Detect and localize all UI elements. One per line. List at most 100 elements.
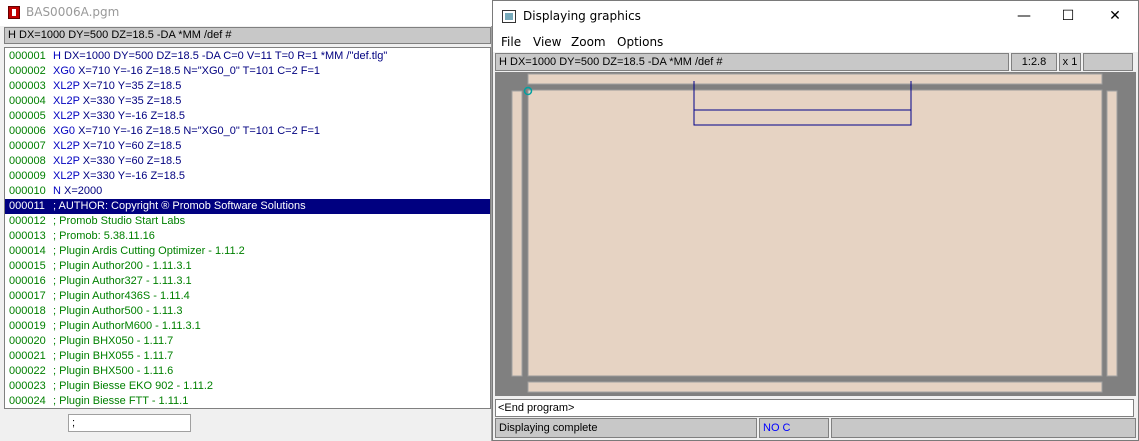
graphics-title: Displaying graphics [523, 9, 641, 23]
command-keyword: XL2P [53, 95, 80, 107]
command-keyword: XL2P [53, 170, 80, 182]
code-line[interactable]: 000017 ; Plugin Author436S - 1.11.4 [5, 289, 490, 304]
line-number: 000006 [9, 125, 46, 137]
code-line[interactable]: 000001 H DX=1000 DY=500 DZ=18.5 -DA C=0 V… [5, 49, 490, 64]
line-number: 000021 [9, 350, 46, 362]
command-keyword: XL2P [53, 80, 80, 92]
command-keyword: XL2P [53, 155, 80, 167]
code-line[interactable]: 000015 ; Plugin Author200 - 1.11.3.1 [5, 259, 490, 274]
comment-text: ; Plugin BHX050 - 1.11.7 [53, 335, 174, 347]
code-line[interactable]: 000010 N X=2000 [5, 184, 490, 199]
code-line[interactable]: 000003 XL2P X=710 Y=35 Z=18.5 [5, 79, 490, 94]
code-line[interactable]: 000004 XL2P X=330 Y=35 Z=18.5 [5, 94, 490, 109]
command-params: DX=1000 DY=500 DZ=18.5 -DA C=0 V=11 T=0 … [60, 50, 388, 62]
line-number: 000023 [9, 380, 46, 392]
line-number: 000008 [9, 155, 46, 167]
command-params: X=330 Y=-16 Z=18.5 [79, 110, 186, 122]
command-params: X=710 Y=35 Z=18.5 [79, 80, 182, 92]
editor-title: BAS0006A.pgm [26, 5, 120, 19]
line-number: 000012 [9, 215, 46, 227]
code-line[interactable]: 000014 ; Plugin Ardis Cutting Optimizer -… [5, 244, 490, 259]
command-params: X=2000 [60, 185, 103, 197]
code-text: XL2P X=710 Y=35 Z=18.5 [53, 79, 181, 94]
code-line[interactable]: 000012 ; Promob Studio Start Labs [5, 214, 490, 229]
code-line[interactable]: 000011 ; AUTHOR: Copyright ® Promob Softw… [5, 199, 490, 214]
close-button[interactable]: ✕ [1092, 1, 1138, 32]
code-line[interactable]: 000024 ; Plugin Biesse FTT - 1.11.1 [5, 394, 490, 408]
command-params: X=330 Y=-16 Z=18.5 [79, 170, 186, 182]
line-number: 000014 [9, 245, 46, 257]
comment-text: ; Plugin BHX500 - 1.11.6 [53, 365, 174, 377]
zoom-multiplier: x 1 [1059, 53, 1081, 71]
code-line[interactable]: 000007 XL2P X=710 Y=60 Z=18.5 [5, 139, 490, 154]
comment-text: ; Plugin Author500 - 1.11.3 [53, 305, 183, 317]
line-number: 000016 [9, 275, 46, 287]
comment-text: ; Promob Studio Start Labs [53, 215, 186, 227]
zoom-ratio: 1:2.8 [1011, 53, 1057, 71]
code-line[interactable]: 000021 ; Plugin BHX055 - 1.11.7 [5, 349, 490, 364]
code-line[interactable]: 000002 XG0 X=710 Y=-16 Z=18.5 N="XG0_0" T… [5, 64, 490, 79]
comment-text: ; Plugin AuthorM600 - 1.11.3.1 [53, 320, 201, 332]
menu-zoom[interactable]: Zoom [571, 35, 606, 49]
code-line[interactable]: 000022 ; Plugin BHX500 - 1.11.6 [5, 364, 490, 379]
line-number: 000001 [9, 50, 46, 62]
comment-text: ; Plugin BHX055 - 1.11.7 [53, 350, 174, 362]
code-text: XL2P X=330 Y=60 Z=18.5 [53, 154, 181, 169]
code-text: XL2P X=330 Y=-16 Z=18.5 [53, 169, 185, 184]
line-number: 000007 [9, 140, 46, 152]
comment-text: ; Plugin Author200 - 1.11.3.1 [53, 260, 192, 272]
code-line[interactable]: 000006 XG0 X=710 Y=-16 Z=18.5 N="XG0_0" T… [5, 124, 490, 139]
program-message: <End program> [495, 399, 1134, 417]
status-blank [1083, 53, 1133, 71]
line-number: 000009 [9, 170, 46, 182]
top-edge-strip [527, 73, 1103, 85]
code-line[interactable]: 000009 XL2P X=330 Y=-16 Z=18.5 [5, 169, 490, 184]
line-number: 000013 [9, 230, 46, 242]
code-line[interactable]: 000005 XL2P X=330 Y=-16 Z=18.5 [5, 109, 490, 124]
program-editor-window: BAS0006A.pgm H DX=1000 DY=500 DZ=18.5 -D… [0, 0, 492, 441]
code-line[interactable]: 000016 ; Plugin Author327 - 1.11.3.1 [5, 274, 490, 289]
menu-bar: File View Zoom Options [493, 32, 1138, 52]
code-listing[interactable]: 000001 H DX=1000 DY=500 DZ=18.5 -DA C=0 V… [4, 47, 491, 409]
menu-options[interactable]: Options [617, 35, 663, 49]
code-line[interactable]: 000018 ; Plugin Author500 - 1.11.3 [5, 304, 490, 319]
graphics-header-status: H DX=1000 DY=500 DZ=18.5 -DA *MM /def # [495, 53, 1009, 71]
comment-text: ; Plugin Author327 - 1.11.3.1 [53, 275, 192, 287]
program-header-line: H DX=1000 DY=500 DZ=18.5 -DA *MM /def # [4, 27, 491, 44]
command-input[interactable]: ; [68, 414, 191, 432]
menu-file[interactable]: File [501, 35, 521, 49]
code-text: N X=2000 [53, 184, 102, 199]
graphics-canvas[interactable] [495, 72, 1136, 396]
menu-view[interactable]: View [533, 35, 561, 49]
command-params: X=710 Y=-16 Z=18.5 N="XG0_0" T=101 C=2 F… [75, 125, 321, 137]
code-text: XG0 X=710 Y=-16 Z=18.5 N="XG0_0" T=101 C… [53, 124, 320, 139]
code-text: XL2P X=330 Y=35 Z=18.5 [53, 94, 181, 109]
command-keyword: XL2P [53, 110, 80, 122]
workpiece-panel [527, 89, 1103, 377]
code-text: XL2P X=710 Y=60 Z=18.5 [53, 139, 181, 154]
command-params: X=710 Y=60 Z=18.5 [79, 140, 182, 152]
comment-text: ; Plugin Biesse FTT - 1.11.1 [53, 395, 189, 407]
code-text: H DX=1000 DY=500 DZ=18.5 -DA C=0 V=11 T=… [53, 49, 387, 64]
maximize-button[interactable]: ☐ [1045, 1, 1091, 32]
code-line[interactable]: 000013 ; Promob: 5.38.11.16 [5, 229, 490, 244]
comment-text: ; Plugin Biesse EKO 902 - 1.11.2 [53, 380, 213, 392]
line-number: 000005 [9, 110, 46, 122]
comment-text: ; Promob: 5.38.11.16 [53, 230, 155, 242]
line-number: 000020 [9, 335, 46, 347]
status-empty [831, 418, 1136, 438]
graphics-window: Displaying graphics — ☐ ✕ File View Zoom… [492, 0, 1139, 441]
line-number: 000022 [9, 365, 46, 377]
command-params: X=330 Y=60 Z=18.5 [79, 155, 182, 167]
right-edge-strip [1106, 90, 1118, 377]
command-keyword: XL2P [53, 140, 80, 152]
command-keyword: XG0 [53, 125, 76, 137]
code-line[interactable]: 000020 ; Plugin BHX050 - 1.11.7 [5, 334, 490, 349]
code-line[interactable]: 000008 XL2P X=330 Y=60 Z=18.5 [5, 154, 490, 169]
code-line[interactable]: 000023 ; Plugin Biesse EKO 902 - 1.11.2 [5, 379, 490, 394]
minimize-button[interactable]: — [1001, 1, 1047, 32]
bottom-edge-strip [527, 381, 1103, 393]
code-line[interactable]: 000019 ; Plugin AuthorM600 - 1.11.3.1 [5, 319, 490, 334]
comment-text: ; AUTHOR: Copyright ® Promob Software So… [53, 200, 306, 212]
display-status: Displaying complete [495, 418, 757, 438]
